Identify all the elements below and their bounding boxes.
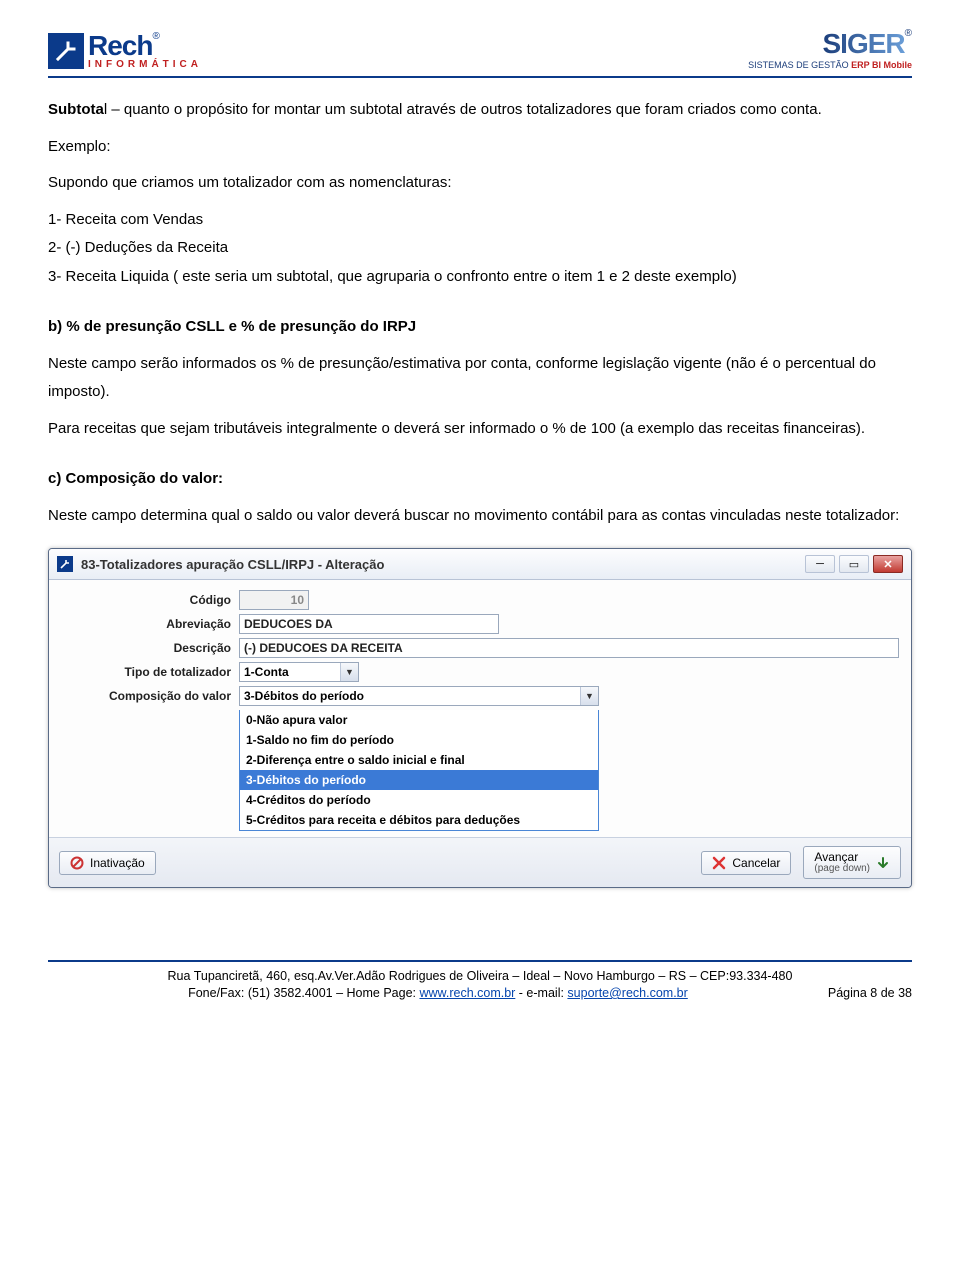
dropdown-option[interactable]: 5-Créditos para receita e débitos para d… [240, 810, 598, 830]
label-totalizador: Totalizador [61, 719, 239, 733]
close-button[interactable]: ✕ [873, 555, 903, 573]
inativacao-button[interactable]: Inativação [59, 851, 156, 875]
input-codigo[interactable]: 10 [239, 590, 309, 610]
label-tipo: Tipo de totalizador [61, 665, 239, 679]
rech-logo-icon [48, 33, 84, 69]
cancelar-button[interactable]: Cancelar [701, 851, 791, 875]
label-sinal: Sinal totalizador [61, 761, 239, 775]
dropdown-list: 0-Não apura valor 1-Saldo no fim do perí… [239, 710, 599, 831]
title-bar[interactable]: 83-Totalizadores apuração CSLL/IRPJ - Al… [49, 549, 911, 580]
button-bar: Inativação Cancelar Avançar (page down) [49, 837, 911, 887]
exemplo-label: Exemplo: [48, 133, 912, 162]
chevron-down-icon: ▼ [580, 687, 598, 705]
siger-logo: SIGER® SISTEMAS DE GESTÃO ERP BI Mobile [748, 28, 912, 70]
page-footer: Rua Tupanciretã, 460, esq.Av.Ver.Adão Ro… [48, 968, 912, 1002]
label-csll: % de Presunção CSLL [61, 740, 239, 754]
siger-reg: ® [905, 28, 912, 39]
rech-subtitle: INFORMÁTICA [88, 60, 202, 70]
list-item: 3- Receita Liquida ( este seria um subto… [48, 263, 912, 292]
dialog-window: 83-Totalizadores apuração CSLL/IRPJ - Al… [48, 548, 912, 888]
avancar-button[interactable]: Avançar (page down) [803, 846, 901, 879]
app-icon [57, 556, 73, 572]
footer-phone: Fone/Fax: (51) 3582.4001 – Home Page: [188, 986, 419, 1000]
list-item: 1- Receita com Vendas [48, 206, 912, 235]
page-number: Página 8 de 38 [828, 985, 912, 1002]
label-abreviacao: Abreviação [61, 617, 239, 631]
chevron-down-icon: ▼ [340, 663, 358, 681]
email-link[interactable]: suporte@rech.com.br [567, 986, 687, 1000]
siger-logo-text: SIGER [822, 28, 904, 59]
homepage-link[interactable]: www.rech.com.br [419, 986, 515, 1000]
list-item: 2- (-) Deduções da Receita [48, 234, 912, 263]
body-text: Subtotal – quanto o propósito for montar… [48, 96, 912, 530]
rech-reg: ® [152, 31, 159, 42]
dropdown-option-selected[interactable]: 3-Débitos do período [240, 770, 598, 790]
dialog-body: Código 10 Abreviação DEDUCOES DA Descriç… [49, 580, 911, 837]
cancel-icon [712, 856, 726, 870]
intro-bold: Subtota [48, 101, 104, 118]
section-b-title: b) % de presunção CSLL e % de presunção … [48, 313, 912, 342]
input-descricao[interactable]: (-) DEDUCOES DA RECEITA [239, 638, 899, 658]
dropdown-option[interactable]: 0-Não apura valor [240, 710, 598, 730]
siger-subtitle: SISTEMAS DE GESTÃO ERP BI Mobile [748, 60, 912, 70]
section-c-title: c) Composição do valor: [48, 465, 912, 494]
input-abreviacao[interactable]: DEDUCOES DA [239, 614, 499, 634]
window-title: 83-Totalizadores apuração CSLL/IRPJ - Al… [81, 557, 797, 572]
arrow-down-icon [876, 856, 890, 870]
exemplo-line: Supondo que criamos um totalizador com a… [48, 169, 912, 198]
maximize-button[interactable]: ▭ [839, 555, 869, 573]
label-descricao: Descrição [61, 641, 239, 655]
input-csll[interactable]: 8,00 [809, 737, 899, 757]
section-b-p2: Para receitas que sejam tributáveis inte… [48, 415, 912, 444]
combo-tipo[interactable]: 1-Conta ▼ [239, 662, 359, 682]
page-header: Rech® INFORMÁTICA SIGER® SISTEMAS DE GES… [48, 28, 912, 70]
rech-logo: Rech® INFORMÁTICA [48, 32, 202, 70]
footer-rule [48, 960, 912, 962]
section-c-p1: Neste campo determina qual o saldo ou va… [48, 502, 912, 531]
section-b-p1: Neste campo serão informados os % de pre… [48, 350, 912, 407]
label-composicao: Composição do valor [61, 689, 239, 703]
dropdown-option[interactable]: 4-Créditos do período [240, 790, 598, 810]
dropdown-option[interactable]: 1-Saldo no fim do período [240, 730, 598, 750]
combo-composicao[interactable]: 3-Débitos do período ▼ [239, 686, 599, 706]
dropdown-option[interactable]: 2-Diferença entre o saldo inicial e fina… [240, 750, 598, 770]
minimize-button[interactable]: ─ [805, 555, 835, 573]
rech-logo-text: Rech [88, 30, 152, 61]
footer-address: Rua Tupanciretã, 460, esq.Av.Ver.Adão Ro… [48, 968, 912, 985]
inativacao-icon [70, 856, 84, 870]
header-rule [48, 76, 912, 78]
label-codigo: Código [61, 593, 239, 607]
